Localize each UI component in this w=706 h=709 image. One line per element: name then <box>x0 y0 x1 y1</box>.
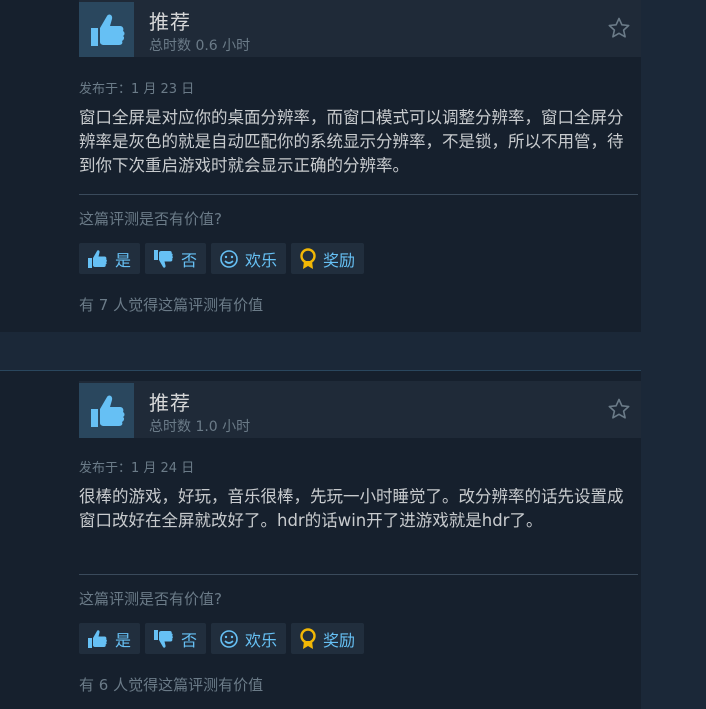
smiley-icon <box>220 249 238 268</box>
helpful-question: 这篇评测是否有价值? <box>79 210 222 228</box>
thumb-down-small-icon <box>154 249 173 268</box>
vote-funny-label: 欢乐 <box>245 250 278 270</box>
award-icon <box>300 627 316 649</box>
vote-no-button[interactable]: 否 <box>145 243 207 274</box>
star-icon[interactable] <box>607 397 631 421</box>
thumb-up-small-icon <box>88 249 107 268</box>
award-label: 奖励 <box>323 250 356 270</box>
hours-played: 总时数 1.0 小时 <box>149 419 251 435</box>
review-header: 推荐 总时数 1.0 小时 <box>79 381 641 438</box>
vote-buttons: 是 否 欢乐 奖励 <box>79 623 365 654</box>
recommended-thumb-box <box>79 383 134 438</box>
recommended-thumb-box <box>79 2 134 57</box>
thumb-down-small-icon <box>154 629 173 648</box>
vote-funny-label: 欢乐 <box>245 630 278 650</box>
vote-buttons: 是 否 欢乐 奖励 <box>79 243 365 274</box>
recommendation-title: 推荐 <box>149 10 191 34</box>
vote-funny-button[interactable]: 欢乐 <box>211 623 287 654</box>
review-text: 窗口全屏是对应你的桌面分辨率，而窗口模式可以调整分辨率，窗口全屏分辨率是灰色的就… <box>79 108 624 175</box>
award-icon <box>300 247 316 269</box>
posted-date: 发布于：1 月 23 日 <box>79 82 195 97</box>
review-header: 推荐 总时数 0.6 小时 <box>79 0 641 57</box>
divider <box>79 194 638 195</box>
recommendation-title: 推荐 <box>149 391 191 415</box>
review-card-2: 推荐 总时数 1.0 小时 发布于：1 月 24 日 很棒的游戏，好玩，音乐很棒… <box>0 370 641 709</box>
thumbs-up-icon <box>90 14 124 46</box>
vote-no-button[interactable]: 否 <box>145 623 207 654</box>
award-button[interactable]: 奖励 <box>291 243 365 274</box>
divider <box>79 574 638 575</box>
vote-yes-label: 是 <box>115 630 132 650</box>
helpful-question: 这篇评测是否有价值? <box>79 590 222 608</box>
vote-yes-button[interactable]: 是 <box>79 623 141 654</box>
vote-no-label: 否 <box>181 250 198 270</box>
vote-no-label: 否 <box>181 630 198 650</box>
vote-yes-button[interactable]: 是 <box>79 243 141 274</box>
vote-funny-button[interactable]: 欢乐 <box>211 243 287 274</box>
smiley-icon <box>220 629 238 648</box>
award-button[interactable]: 奖励 <box>291 623 365 654</box>
thumb-up-small-icon <box>88 629 107 648</box>
star-icon[interactable] <box>607 16 631 40</box>
award-label: 奖励 <box>323 630 356 650</box>
review-text: 很棒的游戏，好玩，音乐很棒，先玩一小时睡觉了。改分辨率的话先设置成窗口改好在全屏… <box>79 487 624 530</box>
hours-played: 总时数 0.6 小时 <box>149 38 251 54</box>
vote-yes-label: 是 <box>115 250 132 270</box>
thumbs-up-icon <box>90 395 124 427</box>
review-card-1: 推荐 总时数 0.6 小时 发布于：1 月 23 日 窗口全屏是对应你的桌面分辨… <box>0 0 641 332</box>
posted-date: 发布于：1 月 24 日 <box>79 461 195 476</box>
helpful-count: 有 6 人觉得这篇评测有价值 <box>79 676 264 694</box>
helpful-count: 有 7 人觉得这篇评测有价值 <box>79 296 264 314</box>
